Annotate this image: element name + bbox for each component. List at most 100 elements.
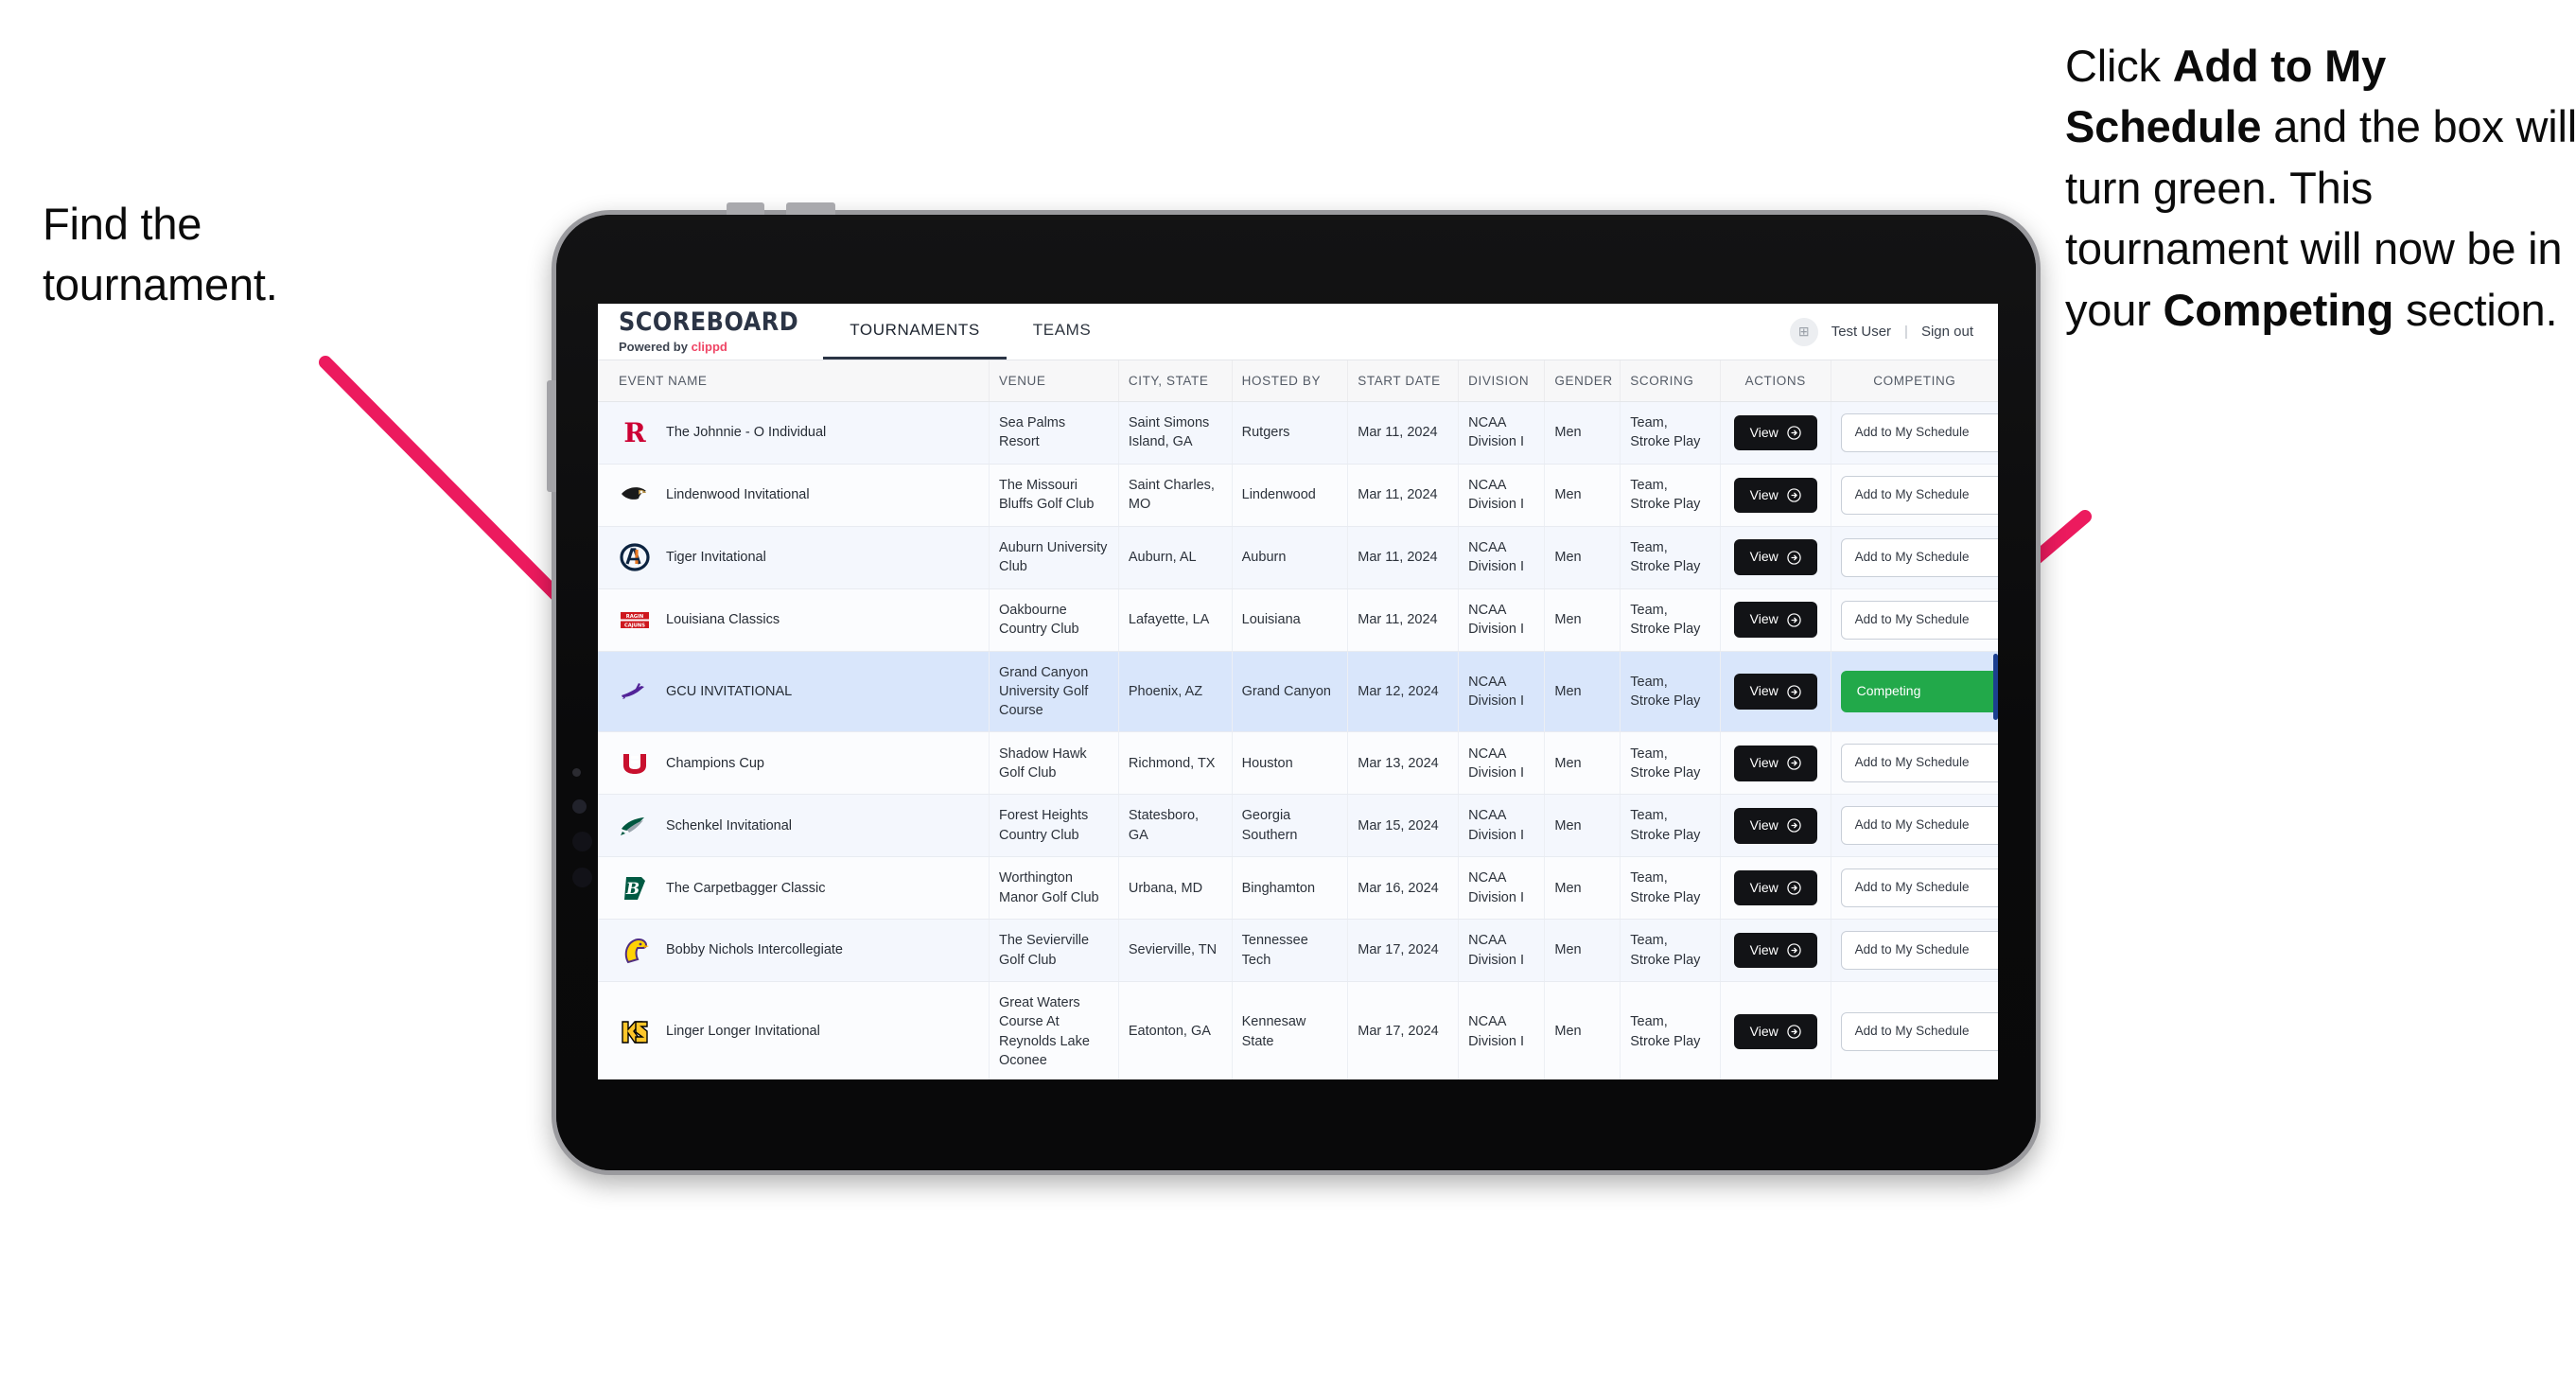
cell-competing: Add to My Schedule+ xyxy=(1831,856,1998,921)
add-to-my-schedule-button[interactable]: Add to My Schedule+ xyxy=(1840,1012,1998,1052)
tab-teams[interactable]: TEAMS xyxy=(1007,304,1118,360)
add-to-my-schedule-button[interactable]: Add to My Schedule+ xyxy=(1840,475,1998,515)
tournaments-table-container[interactable]: EVENT NAME VENUE CITY, STATE HOSTED BY S… xyxy=(598,360,1998,1079)
svg-text:R: R xyxy=(623,417,646,448)
cell-scoring: Team, Stroke Play xyxy=(1620,919,1721,983)
cell-competing: Add to My Schedule+ xyxy=(1831,794,1998,858)
lindenwood-logo xyxy=(619,479,651,511)
cell-competing: Add to My Schedule+ xyxy=(1831,588,1998,652)
view-button[interactable]: View xyxy=(1733,602,1817,638)
table-row[interactable]: RAGIN CAJUNS Louisiana Classics Oakbourne C… xyxy=(598,588,1998,652)
column-header-venue[interactable]: VENUE xyxy=(989,360,1119,402)
table-row[interactable]: GCU INVITATIONAL Grand Canyon University … xyxy=(598,651,1998,733)
sign-out-link[interactable]: Sign out xyxy=(1921,324,1973,340)
cell-scoring: Team, Stroke Play xyxy=(1620,401,1721,465)
view-button[interactable]: View xyxy=(1733,674,1817,710)
avatar[interactable]: ⊞ xyxy=(1789,317,1818,346)
view-button[interactable]: View xyxy=(1733,477,1817,514)
svg-text:RAGIN: RAGIN xyxy=(626,614,644,620)
vertical-scrollbar[interactable] xyxy=(1993,654,1998,720)
houston-logo xyxy=(619,747,651,780)
cell-city-state: Statesboro, GA xyxy=(1118,794,1233,858)
table-row[interactable]: Champions Cup Shadow Hawk Golf Club Richmo… xyxy=(598,731,1998,796)
table-row[interactable]: B The Carpetbagger Classic Worthington Man… xyxy=(598,856,1998,921)
cell-event-name: GCU INVITATIONAL xyxy=(598,651,990,733)
competing-button[interactable]: Competing xyxy=(1840,671,1998,712)
column-header-competing[interactable]: COMPETING xyxy=(1831,360,1998,402)
cell-start-date: Mar 15, 2024 xyxy=(1347,794,1460,858)
cell-actions: View xyxy=(1720,731,1831,796)
georgia-southern-logo xyxy=(619,810,651,842)
cell-competing: Add to My Schedule+ xyxy=(1831,919,1998,983)
add-to-my-schedule-button[interactable]: Add to My Schedule+ xyxy=(1840,806,1998,846)
brand-logo[interactable]: SCOREBOARD Powered by clippd xyxy=(598,304,823,360)
tab-tournaments[interactable]: TOURNAMENTS xyxy=(823,304,1007,360)
event-name-label: Champions Cup xyxy=(666,755,764,771)
binghamton-logo: B xyxy=(619,872,651,904)
view-button[interactable]: View xyxy=(1733,869,1817,906)
view-button[interactable]: View xyxy=(1733,932,1817,969)
add-to-my-schedule-label: Add to My Schedule xyxy=(1854,1024,1970,1039)
tablet-device-frame: SCOREBOARD Powered by clippd TOURNAMENTS… xyxy=(547,202,2041,1175)
add-to-my-schedule-label: Add to My Schedule xyxy=(1854,425,1970,439)
event-name-label: GCU INVITATIONAL xyxy=(666,683,793,699)
cell-gender: Men xyxy=(1544,856,1621,921)
cell-start-date: Mar 11, 2024 xyxy=(1347,526,1460,589)
add-to-my-schedule-button[interactable]: Add to My Schedule+ xyxy=(1840,413,1998,452)
column-header-hosted-by[interactable]: HOSTED BY xyxy=(1232,360,1349,402)
user-menu-divider: | xyxy=(1904,324,1908,340)
column-header-start-date[interactable]: START DATE xyxy=(1347,360,1460,402)
cell-scoring: Team, Stroke Play xyxy=(1620,526,1721,589)
louisiana-logo: RAGIN CAJUNS xyxy=(619,604,651,636)
add-to-my-schedule-label: Add to My Schedule xyxy=(1854,755,1970,770)
table-row[interactable]: Tiger Invitational Auburn University Club… xyxy=(598,526,1998,589)
table-row[interactable]: Linger Longer Invitational Great Waters C… xyxy=(598,981,1998,1079)
view-button[interactable]: View xyxy=(1733,746,1817,781)
cell-venue: Grand Canyon University Golf Course xyxy=(989,651,1119,733)
column-header-gender[interactable]: GENDER xyxy=(1544,360,1621,402)
table-row[interactable]: Schenkel Invitational Forest Heights Coun… xyxy=(598,794,1998,858)
view-button[interactable]: View xyxy=(1733,807,1817,844)
cell-start-date: Mar 11, 2024 xyxy=(1347,464,1460,527)
power-button[interactable] xyxy=(547,380,556,492)
arrow-right-circle-icon xyxy=(1787,1025,1801,1039)
powered-by-text: Powered by xyxy=(619,339,692,354)
add-to-my-schedule-label: Add to My Schedule xyxy=(1854,486,1970,501)
view-button[interactable]: View xyxy=(1733,539,1817,576)
add-to-my-schedule-button[interactable]: Add to My Schedule+ xyxy=(1840,744,1998,783)
add-to-my-schedule-button[interactable]: Add to My Schedule+ xyxy=(1840,537,1998,577)
volume-up-button[interactable] xyxy=(727,202,764,215)
grand-canyon-logo xyxy=(619,675,651,708)
column-header-scoring[interactable]: SCORING xyxy=(1620,360,1721,402)
event-name-label: The Carpetbagger Classic xyxy=(666,880,826,896)
cell-event-name: R The Johnnie - O Individual xyxy=(598,401,990,465)
view-button-label: View xyxy=(1749,611,1779,627)
cell-event-name: RAGIN CAJUNS Louisiana Classics xyxy=(598,588,990,652)
event-name-label: The Johnnie - O Individual xyxy=(666,425,827,441)
cell-actions: View xyxy=(1720,919,1831,983)
add-to-my-schedule-button[interactable]: Add to My Schedule+ xyxy=(1840,600,1998,640)
cell-division: NCAA Division I xyxy=(1458,651,1546,733)
user-name[interactable]: Test User xyxy=(1831,324,1891,340)
view-button-label: View xyxy=(1749,424,1779,440)
cell-competing: Add to My Schedule+ xyxy=(1831,981,1998,1079)
annotation-emphasis: Competing xyxy=(2163,284,2394,335)
cell-gender: Men xyxy=(1544,651,1621,733)
column-header-event-name[interactable]: EVENT NAME xyxy=(598,360,990,402)
view-button[interactable]: View xyxy=(1733,1013,1817,1050)
svg-text:CAJUNS: CAJUNS xyxy=(624,623,645,629)
column-header-actions[interactable]: ACTIONS xyxy=(1720,360,1831,402)
column-header-city-state[interactable]: CITY, STATE xyxy=(1118,360,1233,402)
view-button[interactable]: View xyxy=(1733,414,1817,451)
add-to-my-schedule-button[interactable]: Add to My Schedule+ xyxy=(1840,868,1998,908)
annotation-right: Click Add to My Schedule and the box wil… xyxy=(2065,36,2576,341)
table-row[interactable]: R The Johnnie - O Individual Sea Palms Res… xyxy=(598,401,1998,465)
table-row[interactable]: Lindenwood Invitational The Missouri Bluf… xyxy=(598,464,1998,527)
column-header-division[interactable]: DIVISION xyxy=(1458,360,1546,402)
view-button-label: View xyxy=(1749,549,1779,565)
add-to-my-schedule-button[interactable]: Add to My Schedule+ xyxy=(1840,931,1998,971)
table-row[interactable]: Bobby Nichols Intercollegiate The Sevierv… xyxy=(598,919,1998,983)
volume-down-button[interactable] xyxy=(786,202,835,215)
cell-start-date: Mar 11, 2024 xyxy=(1347,588,1460,652)
arrow-right-circle-icon xyxy=(1787,818,1801,833)
